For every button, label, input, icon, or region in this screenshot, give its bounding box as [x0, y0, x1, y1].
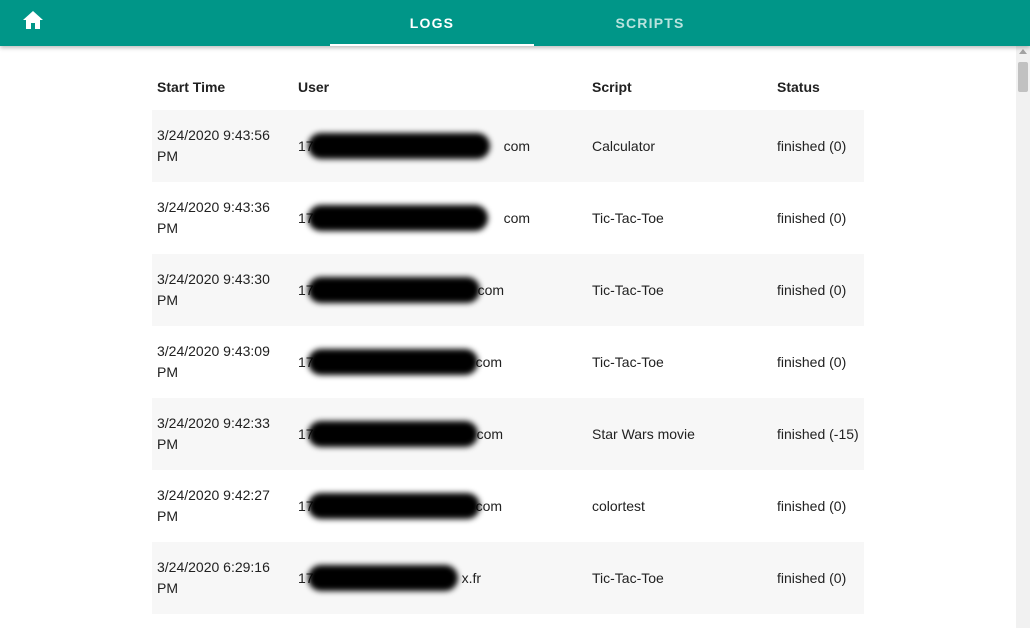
table-row[interactable]: 3/24/2020 9:43:09 PM 17 com Tic-Tac-Toe f… [152, 326, 864, 398]
cell-status: finished (0) [772, 110, 864, 182]
cell-user: 17 com [293, 326, 587, 398]
cell-user: 17 com [293, 254, 587, 326]
cell-user: 17 com [293, 182, 587, 254]
redaction-blur [308, 421, 478, 447]
table-row[interactable]: 3/24/2020 9:43:30 PM 17 com Tic-Tac-Toe f… [152, 254, 864, 326]
logs-table: Start Time User Script Status 3/24/2020 … [152, 64, 864, 614]
table-row[interactable]: 3/24/2020 9:42:33 PM 17 com Star Wars mov… [152, 398, 864, 470]
user-suffix: com [475, 353, 503, 370]
table-row[interactable]: 3/24/2020 9:43:56 PM 17 com Calculator fi… [152, 110, 864, 182]
table-row[interactable]: 3/24/2020 9:42:27 PM 17 com colortest fin… [152, 470, 864, 542]
redaction-blur [308, 565, 458, 591]
redaction-blur [308, 205, 488, 231]
redaction-blur [308, 493, 480, 519]
header-start-time[interactable]: Start Time [152, 64, 293, 110]
header-user[interactable]: User [293, 64, 587, 110]
cell-status: finished (0) [772, 542, 864, 614]
tab-scripts-label: SCRIPTS [615, 15, 685, 31]
cell-start-time: 3/24/2020 9:42:33 PM [152, 398, 293, 470]
redaction-blur [308, 133, 490, 159]
cell-script: Tic-Tac-Toe [587, 326, 772, 398]
user-suffix: com [503, 209, 531, 226]
cell-script: Tic-Tac-Toe [587, 254, 772, 326]
home-button[interactable] [20, 9, 46, 35]
user-suffix: x.fr [461, 569, 482, 586]
user-suffix: com [477, 281, 505, 298]
scrollbar-thumb[interactable] [1018, 62, 1028, 92]
tab-scripts[interactable]: SCRIPTS [548, 0, 752, 46]
user-suffix: com [476, 425, 504, 442]
user-suffix: com [503, 137, 531, 154]
home-icon [22, 10, 44, 35]
cell-status: finished (0) [772, 326, 864, 398]
scroll-up-arrow-icon[interactable] [1019, 49, 1027, 54]
redaction-blur [308, 277, 480, 303]
table-row[interactable]: 3/24/2020 6:29:16 PM 17 x.fr Tic-Tac-Toe … [152, 542, 864, 614]
cell-start-time: 3/24/2020 9:43:09 PM [152, 326, 293, 398]
cell-user: 17 com [293, 470, 587, 542]
cell-user: 17 com [293, 110, 587, 182]
cell-script: Calculator [587, 110, 772, 182]
cell-status: finished (0) [772, 470, 864, 542]
cell-user: 17 x.fr [293, 542, 587, 614]
cell-start-time: 3/24/2020 6:29:16 PM [152, 542, 293, 614]
app-bar: LOGS SCRIPTS [0, 0, 1030, 46]
logs-panel: Start Time User Script Status 3/24/2020 … [0, 46, 1016, 628]
cell-start-time: 3/24/2020 9:42:27 PM [152, 470, 293, 542]
cell-script: Tic-Tac-Toe [587, 542, 772, 614]
cell-script: Tic-Tac-Toe [587, 182, 772, 254]
table-row[interactable]: 3/24/2020 9:43:36 PM 17 com Tic-Tac-Toe f… [152, 182, 864, 254]
tab-logs-label: LOGS [409, 15, 455, 31]
vertical-scrollbar[interactable] [1016, 46, 1030, 628]
tab-logs[interactable]: LOGS [330, 0, 534, 46]
header-script[interactable]: Script [587, 64, 772, 110]
cell-user: 17 com [293, 398, 587, 470]
table-header-row: Start Time User Script Status [152, 64, 864, 110]
cell-script: Star Wars movie [587, 398, 772, 470]
cell-status: finished (0) [772, 254, 864, 326]
cell-start-time: 3/24/2020 9:43:56 PM [152, 110, 293, 182]
active-tab-indicator [330, 44, 534, 46]
cell-script: colortest [587, 470, 772, 542]
cell-status: finished (0) [772, 182, 864, 254]
cell-start-time: 3/24/2020 9:43:36 PM [152, 182, 293, 254]
redaction-blur [308, 349, 478, 375]
cell-start-time: 3/24/2020 9:43:30 PM [152, 254, 293, 326]
header-status[interactable]: Status [772, 64, 864, 110]
cell-status: finished (-15) [772, 398, 864, 470]
